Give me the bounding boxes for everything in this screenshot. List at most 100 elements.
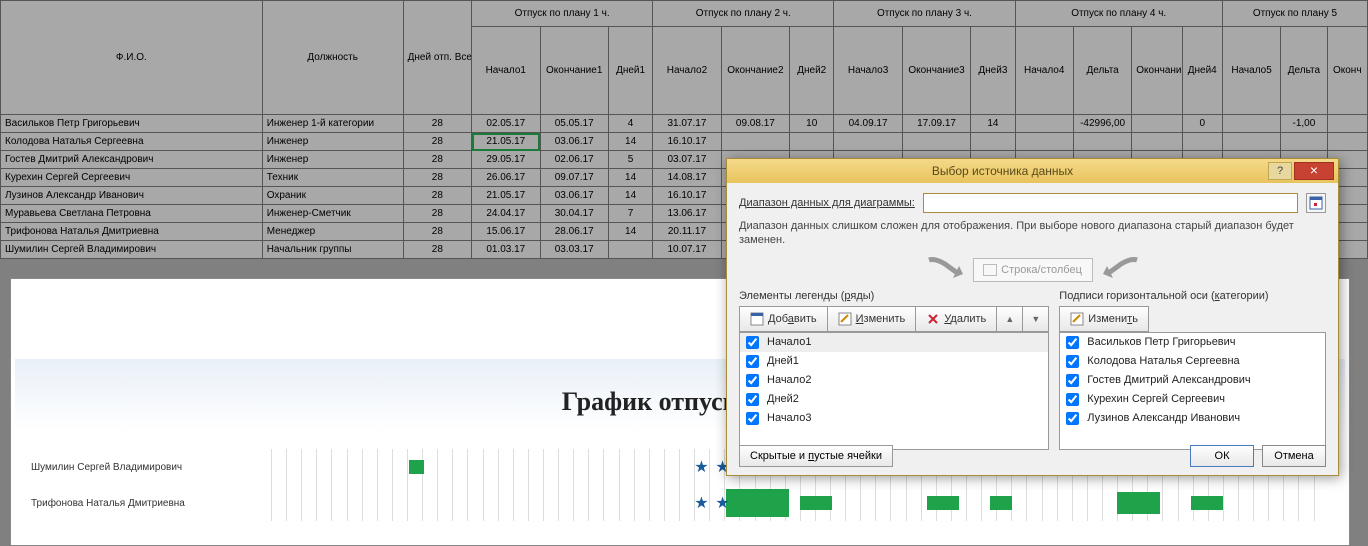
- table-cell[interactable]: Шумилин Сергей Владимирович: [1, 241, 263, 259]
- table-cell[interactable]: 05.05.17: [540, 115, 608, 133]
- table-cell[interactable]: 21.05.17: [472, 133, 540, 151]
- table-cell[interactable]: 30.04.17: [540, 205, 608, 223]
- edit-series-button[interactable]: Изменить: [828, 306, 917, 332]
- table-cell[interactable]: 20.11.17: [653, 223, 721, 241]
- table-cell[interactable]: 15.06.17: [472, 223, 540, 241]
- chart-range-input[interactable]: [923, 193, 1298, 213]
- list-item-checkbox[interactable]: [746, 336, 759, 349]
- table-cell[interactable]: 03.03.17: [540, 241, 608, 259]
- table-cell[interactable]: [1132, 115, 1182, 133]
- table-cell[interactable]: Инженер 1-й категории: [262, 115, 403, 133]
- list-item-checkbox[interactable]: [746, 412, 759, 425]
- table-cell[interactable]: 14: [608, 223, 652, 241]
- table-cell[interactable]: 28: [403, 187, 471, 205]
- table-cell[interactable]: 04.09.17: [834, 115, 902, 133]
- list-item-checkbox[interactable]: [1066, 336, 1079, 349]
- series-listbox[interactable]: Начало1Дней1Начало2Дней2Начало3: [739, 332, 1049, 450]
- table-cell[interactable]: 28: [403, 223, 471, 241]
- table-cell[interactable]: 14: [608, 133, 652, 151]
- list-item[interactable]: Дней1: [740, 352, 1048, 371]
- table-cell[interactable]: Васильков Петр Григорьевич: [1, 115, 263, 133]
- list-item-checkbox[interactable]: [746, 355, 759, 368]
- list-item[interactable]: Начало1: [740, 333, 1048, 352]
- list-item[interactable]: Гостев Дмитрий Александрович: [1060, 371, 1325, 390]
- table-cell[interactable]: 28: [403, 205, 471, 223]
- table-cell[interactable]: 03.06.17: [540, 133, 608, 151]
- table-cell[interactable]: 01.03.17: [472, 241, 540, 259]
- cancel-button[interactable]: Отмена: [1262, 445, 1326, 467]
- table-cell[interactable]: Начальник группы: [262, 241, 403, 259]
- table-cell[interactable]: 31.07.17: [653, 115, 721, 133]
- table-cell[interactable]: Лузинов Александр Иванович: [1, 187, 263, 205]
- table-cell[interactable]: [721, 133, 789, 151]
- table-cell[interactable]: 14.08.17: [653, 169, 721, 187]
- table-cell[interactable]: 02.05.17: [472, 115, 540, 133]
- table-cell[interactable]: [1015, 115, 1073, 133]
- list-item-checkbox[interactable]: [1066, 374, 1079, 387]
- table-cell[interactable]: Курехин Сергей Сергеевич: [1, 169, 263, 187]
- table-cell[interactable]: [1073, 133, 1131, 151]
- table-cell[interactable]: [1015, 133, 1073, 151]
- table-cell[interactable]: [1281, 133, 1327, 151]
- table-cell[interactable]: Охраник: [262, 187, 403, 205]
- table-cell[interactable]: 28: [403, 169, 471, 187]
- table-cell[interactable]: 21.05.17: [472, 187, 540, 205]
- help-button[interactable]: ?: [1268, 162, 1292, 180]
- table-cell[interactable]: [1222, 115, 1280, 133]
- table-cell[interactable]: Гостев Дмитрий Александрович: [1, 151, 263, 169]
- table-cell[interactable]: 14: [608, 169, 652, 187]
- list-item-checkbox[interactable]: [1066, 412, 1079, 425]
- hidden-empty-cells-button[interactable]: Скрытые и пустые ячейки: [739, 445, 893, 467]
- dialog-titlebar[interactable]: Выбор источника данных ? ×: [727, 159, 1338, 183]
- table-cell[interactable]: Инженер-Сметчик: [262, 205, 403, 223]
- table-cell[interactable]: 24.04.17: [472, 205, 540, 223]
- table-cell[interactable]: 14: [608, 187, 652, 205]
- table-cell[interactable]: [1327, 133, 1367, 151]
- list-item[interactable]: Лузинов Александр Иванович: [1060, 409, 1325, 428]
- table-cell[interactable]: 5: [608, 151, 652, 169]
- list-item-checkbox[interactable]: [1066, 355, 1079, 368]
- table-cell[interactable]: Муравьева Светлана Петровна: [1, 205, 263, 223]
- table-cell[interactable]: [971, 133, 1015, 151]
- table-cell[interactable]: 29.05.17: [472, 151, 540, 169]
- table-cell[interactable]: [902, 133, 970, 151]
- table-cell[interactable]: [1182, 133, 1222, 151]
- ok-button[interactable]: ОК: [1190, 445, 1254, 467]
- categories-listbox[interactable]: Васильков Петр ГригорьевичКолодова Натал…: [1059, 332, 1326, 450]
- table-cell[interactable]: 7: [608, 205, 652, 223]
- table-cell[interactable]: 4: [608, 115, 652, 133]
- list-item[interactable]: Васильков Петр Григорьевич: [1060, 333, 1325, 352]
- table-cell[interactable]: [834, 133, 902, 151]
- table-cell[interactable]: 03.07.17: [653, 151, 721, 169]
- table-cell[interactable]: 0: [1182, 115, 1222, 133]
- table-cell[interactable]: [1132, 133, 1182, 151]
- table-cell[interactable]: 02.06.17: [540, 151, 608, 169]
- table-cell[interactable]: 16.10.17: [653, 187, 721, 205]
- table-cell[interactable]: Техник: [262, 169, 403, 187]
- list-item-checkbox[interactable]: [1066, 393, 1079, 406]
- table-cell[interactable]: -1,00: [1281, 115, 1327, 133]
- table-cell[interactable]: 28: [403, 151, 471, 169]
- move-down-button[interactable]: ▼: [1023, 306, 1049, 332]
- table-cell[interactable]: 09.08.17: [721, 115, 789, 133]
- table-cell[interactable]: 28: [403, 115, 471, 133]
- table-cell[interactable]: [608, 241, 652, 259]
- list-item[interactable]: Колодова Наталья Сергеевна: [1060, 352, 1325, 371]
- list-item[interactable]: Курехин Сергей Сергеевич: [1060, 390, 1325, 409]
- table-cell[interactable]: [790, 133, 834, 151]
- close-button[interactable]: ×: [1294, 162, 1334, 180]
- table-row[interactable]: Васильков Петр ГригорьевичИнженер 1-й ка…: [1, 115, 1368, 133]
- table-cell[interactable]: 03.06.17: [540, 187, 608, 205]
- list-item[interactable]: Дней2: [740, 390, 1048, 409]
- table-cell[interactable]: 10: [790, 115, 834, 133]
- table-cell[interactable]: 10.07.17: [653, 241, 721, 259]
- table-cell[interactable]: [1327, 115, 1367, 133]
- table-cell[interactable]: 26.06.17: [472, 169, 540, 187]
- edit-categories-button[interactable]: Изменить: [1059, 306, 1149, 332]
- table-cell[interactable]: Колодова Наталья Сергеевна: [1, 133, 263, 151]
- table-cell[interactable]: Инженер: [262, 133, 403, 151]
- table-cell[interactable]: 28.06.17: [540, 223, 608, 241]
- list-item[interactable]: Начало2: [740, 371, 1048, 390]
- add-series-button[interactable]: Добавить: [739, 306, 828, 332]
- table-cell[interactable]: 28: [403, 241, 471, 259]
